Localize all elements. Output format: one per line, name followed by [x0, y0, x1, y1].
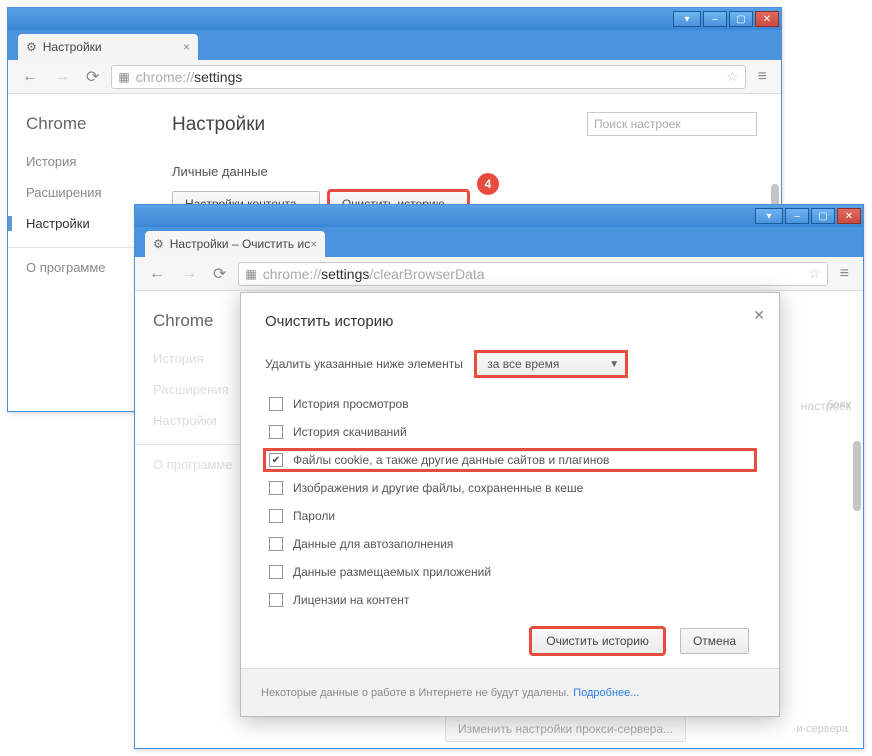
checkbox-label: Пароли [293, 509, 335, 523]
tab-strip: ⚙ Настройки – Очистить ис × [135, 227, 863, 257]
checkbox-label: Данные для автозаполнения [293, 537, 453, 551]
checkbox-label: История скачиваний [293, 425, 407, 439]
settings-search-input[interactable]: Поиск настроек [587, 112, 757, 136]
titlebar: ▾ – ▢ ✕ [8, 8, 781, 30]
checkbox-label: История просмотров [293, 397, 409, 411]
brand-label: Chrome [26, 114, 148, 134]
section-title-privacy: Личные данные [172, 164, 757, 179]
page-icon: ▦ [245, 267, 256, 281]
chrome-menu-button[interactable]: ≡ [754, 66, 771, 88]
checkbox-row[interactable]: Пароли [265, 506, 755, 526]
checkbox[interactable] [269, 537, 283, 551]
time-range-dropdown[interactable]: за все время ▼ [476, 352, 626, 376]
reload-button[interactable]: ⟳ [82, 65, 103, 89]
checkbox-row[interactable]: Данные для автозаполнения [265, 534, 755, 554]
checkbox[interactable] [269, 565, 283, 579]
url-text: chrome://settings [136, 69, 243, 85]
forward-button[interactable]: → [177, 263, 201, 285]
delete-range-row: Удалить указанные ниже элементы за все в… [265, 352, 755, 376]
dialog-footer: Некоторые данные о работе в Интернете не… [241, 668, 779, 716]
sidebar-item-about[interactable]: О программе [26, 260, 148, 275]
checkbox[interactable] [269, 593, 283, 607]
back-button[interactable]: ← [145, 263, 169, 285]
ghost-text-2: и-сервера. [796, 723, 851, 735]
address-bar[interactable]: ▦ chrome://settings/clearBrowserData ☆ [238, 262, 827, 286]
checkbox-label: Изображения и другие файлы, сохраненные … [293, 481, 583, 495]
close-window-button[interactable]: ✕ [755, 11, 779, 27]
checkbox-label: Данные размещаемых приложений [293, 565, 491, 579]
sidebar-item-settings[interactable]: Настройки [8, 216, 148, 231]
chevron-down-icon: ▼ [609, 359, 619, 370]
dialog-clear-button[interactable]: Очистить историю [531, 628, 664, 654]
checkbox[interactable] [269, 425, 283, 439]
checkbox-row[interactable]: Изображения и другие файлы, сохраненные … [265, 478, 755, 498]
checkbox-row[interactable]: Лицензии на контент [265, 590, 755, 610]
sidebar-item-history[interactable]: История [26, 154, 148, 169]
maximize-button[interactable]: ▢ [811, 208, 835, 224]
delete-range-label: Удалить указанные ниже элементы [265, 357, 463, 371]
checkbox[interactable] [269, 481, 283, 495]
gear-icon: ⚙ [26, 40, 37, 54]
ghost-text-1: боях [827, 399, 851, 411]
tab-title: Настройки [43, 40, 102, 54]
footer-text: Некоторые данные о работе в Интернете не… [261, 687, 569, 699]
checkbox[interactable] [269, 397, 283, 411]
checkbox-label: Лицензии на контент [293, 593, 409, 607]
sidebar-separator [8, 247, 148, 248]
close-window-button[interactable]: ✕ [837, 208, 861, 224]
user-button[interactable]: ▾ [673, 11, 701, 27]
page-title: Настройки [172, 114, 265, 136]
bookmark-star-icon[interactable]: ☆ [808, 265, 821, 282]
footer-learn-more-link[interactable]: Подробнее... [573, 687, 639, 699]
bookmark-star-icon[interactable]: ☆ [726, 68, 739, 85]
checkbox-row[interactable]: Файлы cookie, а также другие данные сайт… [265, 450, 755, 470]
tab-title: Настройки – Очистить ис [170, 237, 310, 251]
url-text: chrome://settings/clearBrowserData [263, 266, 485, 282]
scrollbar-thumb[interactable] [853, 441, 861, 511]
tab-settings[interactable]: ⚙ Настройки × [18, 34, 198, 60]
callout-badge-4: 4 [477, 173, 499, 195]
checkbox-row[interactable]: История просмотров [265, 394, 755, 414]
minimize-button[interactable]: – [703, 11, 727, 27]
dropdown-value: за все время [487, 357, 559, 371]
forward-button[interactable]: → [50, 66, 74, 88]
checkbox-row[interactable]: Данные размещаемых приложений [265, 562, 755, 582]
toolbar: ← → ⟳ ▦ chrome://settings ☆ ≡ [8, 60, 781, 94]
checkbox[interactable] [269, 509, 283, 523]
minimize-button[interactable]: – [785, 208, 809, 224]
tab-close-icon[interactable]: × [183, 40, 190, 54]
dialog-actions: Очистить историю Отмена [265, 628, 755, 654]
tab-strip: ⚙ Настройки × [8, 30, 781, 60]
checkbox-row[interactable]: История скачиваний [265, 422, 755, 442]
dialog-title: Очистить историю [265, 313, 755, 330]
back-button[interactable]: ← [18, 66, 42, 88]
page-icon: ▦ [118, 70, 129, 84]
maximize-button[interactable]: ▢ [729, 11, 753, 27]
address-bar[interactable]: ▦ chrome://settings ☆ [111, 65, 745, 89]
tab-close-icon[interactable]: × [310, 237, 317, 251]
reload-button[interactable]: ⟳ [209, 262, 230, 286]
dialog-cancel-button[interactable]: Отмена [680, 628, 749, 654]
proxy-settings-button[interactable]: Изменить настройки прокси-сервера... [445, 716, 686, 742]
sidebar: Chrome История Расширения Настройки О пр… [8, 94, 148, 411]
dialog-close-button[interactable]: ✕ [753, 307, 765, 324]
checkbox-label: Файлы cookie, а также другие данные сайт… [293, 453, 609, 467]
toolbar: ← → ⟳ ▦ chrome://settings/clearBrowserDa… [135, 257, 863, 291]
checkbox[interactable] [269, 453, 283, 467]
titlebar: ▾ – ▢ ✕ [135, 205, 863, 227]
chrome-menu-button[interactable]: ≡ [836, 263, 853, 285]
gear-icon: ⚙ [153, 237, 164, 251]
sidebar-item-extensions[interactable]: Расширения [26, 185, 148, 200]
clear-history-dialog: ✕ Очистить историю Удалить указанные ниж… [240, 292, 780, 717]
checkbox-list: История просмотров История скачиваний Файл… [265, 394, 755, 610]
tab-settings-clear[interactable]: ⚙ Настройки – Очистить ис × [145, 231, 325, 257]
user-button[interactable]: ▾ [755, 208, 783, 224]
